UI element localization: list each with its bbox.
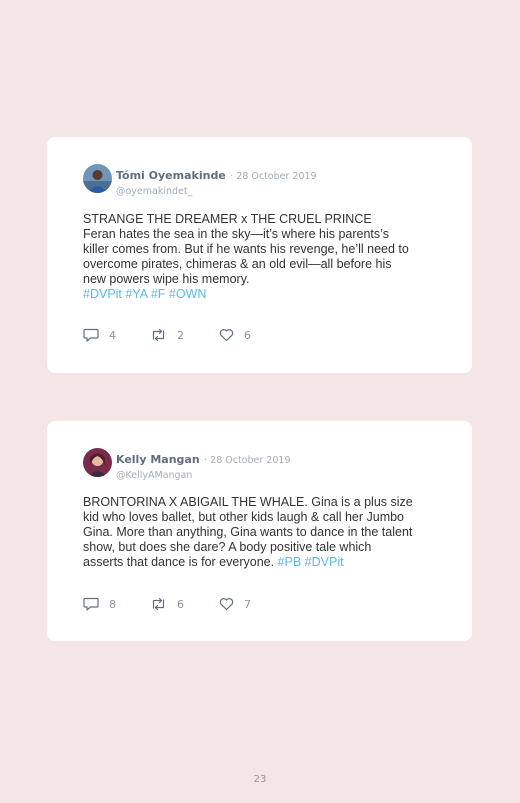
retweet-icon <box>152 597 165 611</box>
page-number: 23 <box>253 774 267 785</box>
tweet-text-line: asserts that dance is for everyone. <box>83 555 275 569</box>
author-handle[interactable]: @KellyAMangan <box>116 470 291 481</box>
like-button[interactable]: 6 <box>219 328 251 342</box>
tweet-text: STRANGE THE DREAMER x THE CRUEL PRINCE F… <box>83 212 443 302</box>
tweet-card: Tómi Oyemakinde · 28 October 2019 @oyema… <box>47 137 472 373</box>
tweet-text: BRONTORINA X ABIGAIL THE WHALE. Gina is … <box>83 495 443 570</box>
author-name[interactable]: Tómi Oyemakinde <box>116 169 226 182</box>
retweet-count: 2 <box>177 328 184 342</box>
reply-icon <box>83 328 99 342</box>
retweet-count: 6 <box>177 597 184 611</box>
tweet-date: · 28 October 2019 <box>204 455 291 466</box>
avatar[interactable] <box>83 164 112 193</box>
tweet-text-line: kid who loves ballet, but other kids lau… <box>83 510 405 524</box>
reply-icon <box>83 597 99 611</box>
tweet-text-line: BRONTORINA X ABIGAIL THE WHALE. Gina is … <box>83 495 413 509</box>
tweet-text-line: Feran hates the sea in the sky—it’s wher… <box>83 227 389 241</box>
like-count: 7 <box>244 597 251 611</box>
like-button[interactable]: 7 <box>219 597 251 611</box>
reply-count: 4 <box>109 328 116 342</box>
hashtags[interactable]: #PB #DVPit <box>278 555 344 569</box>
tweet-card: Kelly Mangan · 28 October 2019 @KellyAMa… <box>47 421 472 641</box>
tweet-text-line: show, but does she dare? A body positive… <box>83 540 372 554</box>
like-icon <box>219 598 234 611</box>
tweet-text-line: STRANGE THE DREAMER x THE CRUEL PRINCE <box>83 212 372 226</box>
tweet-text-line: new powers wipe his memory. <box>83 272 250 286</box>
author-handle[interactable]: @oyemakindet_ <box>116 186 317 197</box>
like-icon <box>219 329 234 342</box>
tweet-text-last-line: asserts that dance is for everyone. #PB … <box>83 555 443 570</box>
retweet-button[interactable]: 6 <box>150 597 184 611</box>
hashtags[interactable]: #DVPit #YA #F #OWN <box>83 287 443 302</box>
author-name[interactable]: Kelly Mangan <box>116 453 200 466</box>
tweet-date: · 28 October 2019 <box>230 171 317 182</box>
retweet-button[interactable]: 2 <box>150 328 184 342</box>
reply-button[interactable]: 8 <box>83 597 116 611</box>
tweet-text-line: overcome pirates, chimeras & an old evil… <box>83 257 392 271</box>
retweet-icon <box>152 328 165 342</box>
tweet-text-line: killer comes from. But if he wants his r… <box>83 242 409 256</box>
reply-button[interactable]: 4 <box>83 328 116 342</box>
tweet-text-line: Gina. More than anything, Gina wants to … <box>83 525 413 539</box>
avatar[interactable] <box>83 448 112 477</box>
like-count: 6 <box>244 328 251 342</box>
reply-count: 8 <box>109 597 116 611</box>
